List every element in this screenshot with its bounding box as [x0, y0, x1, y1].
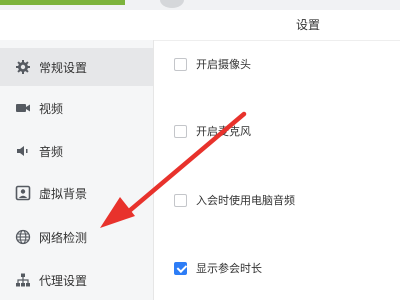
- sidebar-item-video[interactable]: 视频: [0, 89, 153, 127]
- show-duration-checkbox[interactable]: [174, 261, 187, 275]
- sidebar-item-label: 音频: [39, 144, 64, 159]
- sidebar-item-label: 网络检测: [39, 230, 88, 245]
- option-show-duration[interactable]: 显示参会时长: [174, 260, 262, 276]
- option-microphone[interactable]: 开启麦克风: [174, 123, 251, 139]
- top-accent-bar: [0, 0, 125, 5]
- option-label: 开启麦克风: [196, 125, 251, 138]
- sidebar-item-audio[interactable]: 音频: [0, 132, 153, 170]
- title-bar: 设置: [0, 10, 400, 41]
- sidebar-item-label: 虚拟背景: [39, 186, 88, 201]
- globe-icon: [15, 229, 31, 245]
- gear-icon: [15, 59, 31, 75]
- sidebar-item-virtual-background[interactable]: 虚拟背景: [0, 174, 153, 212]
- microphone-checkbox[interactable]: [174, 124, 187, 138]
- general-settings-panel: 开启摄像头 开启麦克风 入会时使用电脑音频 显示参会时长: [154, 41, 400, 300]
- top-avatar-edge: [160, 0, 184, 8]
- settings-sidebar: 常规设置 视频 音频 虚拟背景 网络检测 代理设置: [0, 40, 154, 300]
- speaker-icon: [15, 143, 31, 159]
- option-computer-audio[interactable]: 入会时使用电脑音频: [174, 192, 295, 208]
- sidebar-item-proxy[interactable]: 代理设置: [0, 261, 153, 299]
- top-window-strip: [0, 0, 400, 10]
- sidebar-item-label: 视频: [39, 101, 64, 116]
- camera-checkbox[interactable]: [174, 57, 187, 71]
- computer-audio-checkbox[interactable]: [174, 193, 187, 207]
- sidebar-item-general[interactable]: 常规设置: [0, 48, 153, 86]
- option-camera[interactable]: 开启摄像头: [174, 56, 251, 72]
- option-label: 开启摄像头: [196, 58, 251, 71]
- window-title: 设置: [296, 18, 321, 32]
- network-hierarchy-icon: [15, 272, 31, 288]
- sidebar-item-label: 代理设置: [39, 273, 88, 288]
- sidebar-item-network-test[interactable]: 网络检测: [0, 218, 153, 256]
- sidebar-item-label: 常规设置: [39, 60, 88, 75]
- video-camera-icon: [15, 100, 31, 116]
- portrait-icon: [15, 185, 31, 201]
- option-label: 显示参会时长: [196, 262, 262, 275]
- option-label: 入会时使用电脑音频: [196, 194, 295, 207]
